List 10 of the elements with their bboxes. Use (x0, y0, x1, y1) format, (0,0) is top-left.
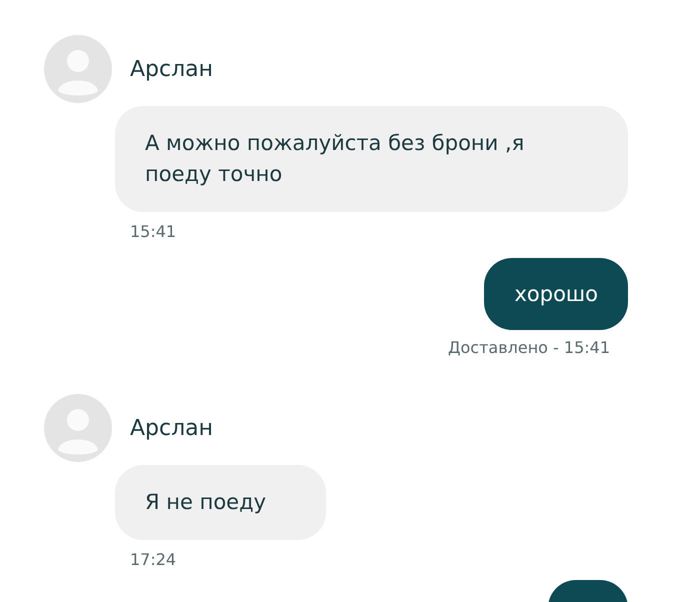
sender-name: Арслан (130, 56, 214, 84)
avatar-icon (44, 35, 112, 103)
message-time: 17:24 (130, 549, 178, 571)
sender-name: Арслан (130, 414, 214, 442)
message-time: 15:41 (130, 221, 178, 243)
delivery-status: Доставлено - 15:41 (448, 337, 610, 359)
message-bubble: Я не поеду (115, 465, 326, 540)
message-bubble: А можно пожалуйста без брони ,я поеду точно (115, 106, 628, 212)
avatar-icon (44, 394, 112, 462)
message-bubble: хорошо (484, 258, 628, 330)
